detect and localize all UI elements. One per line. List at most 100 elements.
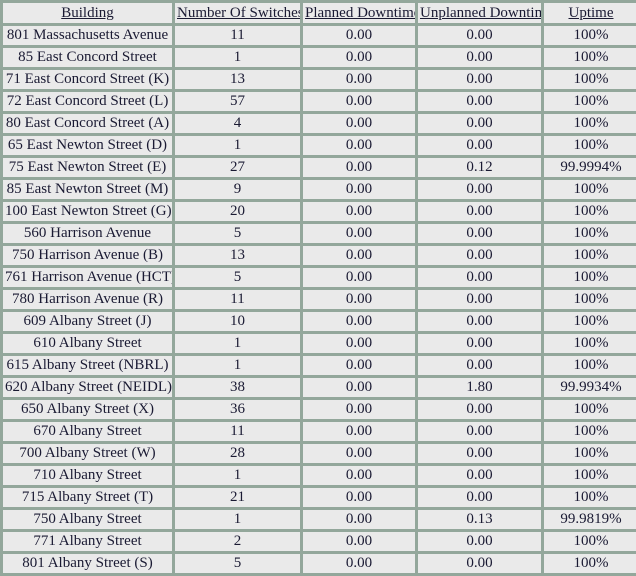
cell-building: 75 East Newton Street (E) <box>3 158 172 177</box>
cell-building: 750 Albany Street <box>3 510 172 529</box>
cell-uptime: 100% <box>544 554 636 573</box>
cell-uptime: 100% <box>544 224 636 243</box>
table-row: 65 East Newton Street (D) 1 0.00 0.00 100% <box>3 136 636 155</box>
cell-switches: 36 <box>175 400 300 419</box>
cell-unplanned-alert: 0.12 <box>418 158 541 177</box>
cell-switches: 28 <box>175 444 300 463</box>
column-header-switches[interactable]: Number Of Switches <box>175 3 300 23</box>
cell-unplanned: 0.00 <box>418 268 541 287</box>
sort-link-switches[interactable]: Number Of Switches <box>177 5 300 21</box>
cell-uptime: 100% <box>544 312 636 331</box>
cell-planned: 0.00 <box>303 466 415 485</box>
cell-unplanned: 0.00 <box>418 422 541 441</box>
cell-uptime: 100% <box>544 70 636 89</box>
cell-uptime-alert: 99.9994% <box>544 158 636 177</box>
cell-building: 609 Albany Street (J) <box>3 312 172 331</box>
cell-switches: 5 <box>175 224 300 243</box>
column-header-unplanned-downtime[interactable]: Unplanned Downtime <box>418 3 541 23</box>
cell-planned: 0.00 <box>303 224 415 243</box>
table-row: 750 Albany Street 1 0.00 0.13 99.9819% <box>3 510 636 529</box>
cell-uptime: 100% <box>544 136 636 155</box>
cell-unplanned: 0.00 <box>418 224 541 243</box>
cell-planned: 0.00 <box>303 422 415 441</box>
table-row: 75 East Newton Street (E) 27 0.00 0.12 99.99… <box>3 158 636 177</box>
cell-unplanned: 0.00 <box>418 488 541 507</box>
column-header-building[interactable]: Building <box>3 3 172 23</box>
cell-switches: 4 <box>175 114 300 133</box>
cell-planned: 0.00 <box>303 444 415 463</box>
cell-unplanned: 0.00 <box>418 92 541 111</box>
table-row: 100 East Newton Street (G) 20 0.00 0.00 100% <box>3 202 636 221</box>
table-row: 801 Massachusetts Avenue 11 0.00 0.00 100% <box>3 26 636 45</box>
table-body: 801 Massachusetts Avenue 11 0.00 0.00 100% 85… <box>3 26 636 573</box>
cell-building: 80 East Concord Street (A) <box>3 114 172 133</box>
table-row: 72 East Concord Street (L) 57 0.00 0.00 100% <box>3 92 636 111</box>
cell-planned: 0.00 <box>303 92 415 111</box>
table-row: 710 Albany Street 1 0.00 0.00 100% <box>3 466 636 485</box>
table-row: 750 Harrison Avenue (B) 13 0.00 0.00 100% <box>3 246 636 265</box>
cell-planned: 0.00 <box>303 180 415 199</box>
cell-uptime: 100% <box>544 532 636 551</box>
cell-uptime: 100% <box>544 92 636 111</box>
cell-unplanned: 0.00 <box>418 136 541 155</box>
cell-switches: 1 <box>175 334 300 353</box>
cell-building: 560 Harrison Avenue <box>3 224 172 243</box>
cell-switches: 1 <box>175 466 300 485</box>
cell-building: 761 Harrison Avenue (HCT) <box>3 268 172 287</box>
cell-planned: 0.00 <box>303 202 415 221</box>
table-row: 615 Albany Street (NBRL) 1 0.00 0.00 100% <box>3 356 636 375</box>
cell-planned: 0.00 <box>303 114 415 133</box>
cell-uptime: 100% <box>544 356 636 375</box>
building-uptime-table: Building Number Of Switches Planned Down… <box>0 0 636 576</box>
cell-planned: 0.00 <box>303 510 415 529</box>
cell-uptime: 100% <box>544 48 636 67</box>
cell-unplanned: 0.00 <box>418 532 541 551</box>
cell-unplanned: 0.00 <box>418 356 541 375</box>
cell-switches: 11 <box>175 422 300 441</box>
cell-building: 72 East Concord Street (L) <box>3 92 172 111</box>
table-row: 85 East Concord Street 1 0.00 0.00 100% <box>3 48 636 67</box>
column-header-planned-downtime[interactable]: Planned Downtime <box>303 3 415 23</box>
cell-building: 700 Albany Street (W) <box>3 444 172 463</box>
cell-switches: 1 <box>175 48 300 67</box>
cell-unplanned-alert: 1.80 <box>418 378 541 397</box>
sort-link-planned-downtime[interactable]: Planned Downtime <box>305 5 415 21</box>
cell-planned: 0.00 <box>303 378 415 397</box>
sort-link-building[interactable]: Building <box>61 5 114 21</box>
cell-planned: 0.00 <box>303 290 415 309</box>
header-row: Building Number Of Switches Planned Down… <box>3 3 636 23</box>
table-row: 715 Albany Street (T) 21 0.00 0.00 100% <box>3 488 636 507</box>
cell-building: 71 East Concord Street (K) <box>3 70 172 89</box>
table-row: 609 Albany Street (J) 10 0.00 0.00 100% <box>3 312 636 331</box>
cell-planned: 0.00 <box>303 246 415 265</box>
cell-unplanned: 0.00 <box>418 246 541 265</box>
sort-link-unplanned-downtime[interactable]: Unplanned Downtime <box>420 5 541 21</box>
cell-unplanned: 0.00 <box>418 290 541 309</box>
cell-unplanned: 0.00 <box>418 444 541 463</box>
cell-building: 780 Harrison Avenue (R) <box>3 290 172 309</box>
cell-unplanned: 0.00 <box>418 26 541 45</box>
cell-building: 65 East Newton Street (D) <box>3 136 172 155</box>
cell-switches: 5 <box>175 268 300 287</box>
cell-planned: 0.00 <box>303 334 415 353</box>
cell-switches: 11 <box>175 26 300 45</box>
cell-planned: 0.00 <box>303 400 415 419</box>
cell-switches: 57 <box>175 92 300 111</box>
cell-building: 670 Albany Street <box>3 422 172 441</box>
cell-planned: 0.00 <box>303 356 415 375</box>
cell-planned: 0.00 <box>303 48 415 67</box>
cell-unplanned: 0.00 <box>418 114 541 133</box>
cell-unplanned: 0.00 <box>418 334 541 353</box>
cell-building: 750 Harrison Avenue (B) <box>3 246 172 265</box>
column-header-uptime[interactable]: Uptime <box>544 3 636 23</box>
table-row: 771 Albany Street 2 0.00 0.00 100% <box>3 532 636 551</box>
sort-link-uptime[interactable]: Uptime <box>569 5 614 21</box>
cell-uptime-alert: 99.9819% <box>544 510 636 529</box>
table-header: Building Number Of Switches Planned Down… <box>3 3 636 23</box>
cell-planned: 0.00 <box>303 26 415 45</box>
table-row: 670 Albany Street 11 0.00 0.00 100% <box>3 422 636 441</box>
table-row: 801 Albany Street (S) 5 0.00 0.00 100% <box>3 554 636 573</box>
cell-switches: 9 <box>175 180 300 199</box>
cell-uptime: 100% <box>544 334 636 353</box>
cell-building: 801 Albany Street (S) <box>3 554 172 573</box>
